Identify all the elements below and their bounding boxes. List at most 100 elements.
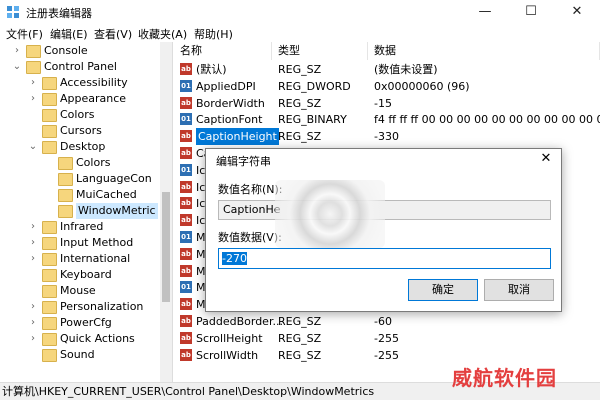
tree-scrollbar[interactable] <box>160 42 172 382</box>
value-row[interactable]: ab ScrollHeight REG_SZ -255 <box>174 330 600 347</box>
tree-item[interactable]: › Console <box>0 43 160 59</box>
tree-item[interactable]: Keyboard <box>0 267 160 283</box>
binary-value-icon: 01 <box>180 163 192 176</box>
folder-icon <box>42 237 57 250</box>
value-name: ScrollHeight <box>196 331 263 345</box>
tree-item-label: PowerCfg <box>60 316 112 329</box>
folder-icon <box>42 253 57 266</box>
tree-expander-icon[interactable]: ⌄ <box>12 59 22 75</box>
folder-icon <box>42 301 57 314</box>
minimize-button[interactable]: — <box>462 0 508 24</box>
tree-item[interactable]: WindowMetric <box>0 203 160 219</box>
blurred-overlay <box>275 180 385 248</box>
tree-expander-icon[interactable]: › <box>12 43 22 59</box>
string-value-icon: ab <box>180 264 192 277</box>
tree-item[interactable]: Cursors <box>0 123 160 139</box>
tree-item[interactable]: › Accessibility <box>0 75 160 91</box>
tree-item-label: Input Method <box>60 236 134 249</box>
tree-item[interactable]: › International <box>0 251 160 267</box>
tree-item[interactable]: Sound <box>0 347 160 363</box>
value-name: AppliedDPI <box>196 79 256 93</box>
column-header-type[interactable]: 类型 <box>272 42 368 60</box>
menu-file[interactable]: 文件(F) <box>6 26 43 42</box>
registry-tree[interactable]: › Console ⌄ Control Panel › Accessibility › App… <box>0 42 173 382</box>
value-type: REG_BINARY <box>278 113 347 127</box>
ok-button[interactable]: 确定 <box>408 279 478 301</box>
tree-scrollbar-thumb[interactable] <box>162 192 170 302</box>
folder-icon <box>58 205 73 218</box>
tree-item[interactable]: MuiCached <box>0 187 160 203</box>
tree-expander-icon[interactable] <box>28 123 38 139</box>
tree-expander-icon[interactable]: › <box>28 235 38 251</box>
folder-icon <box>42 269 57 282</box>
string-value-icon: ab <box>180 348 192 361</box>
column-header-name[interactable]: 名称 <box>174 42 272 60</box>
tree-expander-icon[interactable]: › <box>28 75 38 91</box>
value-type: REG_SZ <box>278 63 322 76</box>
string-value-icon: ab <box>180 331 192 344</box>
value-row[interactable]: ab BorderWidth REG_SZ -15 <box>174 95 600 112</box>
value-row[interactable]: ab CaptionHeight REG_SZ -330 <box>174 128 600 146</box>
tree-item[interactable]: › Personalization <box>0 299 160 315</box>
tree-expander-icon[interactable]: › <box>28 331 38 347</box>
value-row[interactable]: 01 CaptionFont REG_BINARY f4 ff ff ff 00 00… <box>174 111 600 128</box>
tree-expander-icon[interactable]: ⌄ <box>28 139 38 155</box>
tree-expander-icon[interactable]: › <box>28 219 38 235</box>
value-row[interactable]: ab PaddedBorder... REG_SZ -60 <box>174 313 600 330</box>
tree-item[interactable]: › PowerCfg <box>0 315 160 331</box>
tree-item-label: Colors <box>60 108 95 121</box>
tree-expander-icon[interactable]: › <box>28 91 38 107</box>
tree-item[interactable]: › Quick Actions <box>0 331 160 347</box>
tree-item[interactable]: › Infrared <box>0 219 160 235</box>
tree-item-label: Infrared <box>60 220 104 233</box>
tree-item[interactable]: ⌄ Control Panel <box>0 59 160 75</box>
tree-expander-icon[interactable] <box>28 107 38 123</box>
tree-item[interactable]: Colors <box>0 107 160 123</box>
tree-expander-icon[interactable]: › <box>28 315 38 331</box>
dialog-close-button[interactable]: ✕ <box>535 149 557 169</box>
tree-item[interactable]: LanguageCon <box>0 171 160 187</box>
binary-value-icon: 01 <box>180 281 192 294</box>
close-button[interactable]: ✕ <box>554 0 600 24</box>
tree-expander-icon[interactable] <box>44 203 54 219</box>
menu-help[interactable]: 帮助(H) <box>194 26 233 42</box>
value-type: REG_SZ <box>278 315 322 328</box>
value-type: REG_SZ <box>278 96 322 110</box>
cancel-button[interactable]: 取消 <box>484 279 554 301</box>
title-bar: 注册表编辑器 — ☐ ✕ <box>0 0 600 24</box>
maximize-button[interactable]: ☐ <box>508 0 554 24</box>
tree-item[interactable]: › Appearance <box>0 91 160 107</box>
folder-icon <box>58 157 73 170</box>
folder-icon <box>58 173 73 186</box>
string-value-icon: ab <box>180 130 192 143</box>
tree-expander-icon[interactable] <box>44 155 54 171</box>
column-header-data[interactable]: 数据 <box>368 42 600 60</box>
tree-expander-icon[interactable]: › <box>28 251 38 267</box>
folder-icon <box>42 141 57 154</box>
tree-item[interactable]: Colors <box>0 155 160 171</box>
value-data-input[interactable]: -270 <box>218 248 551 269</box>
tree-item[interactable]: Mouse <box>0 283 160 299</box>
tree-item-label: Control Panel <box>44 60 117 73</box>
binary-value-icon: 01 <box>180 113 192 126</box>
value-type: REG_SZ <box>278 130 322 144</box>
menu-edit[interactable]: 编辑(E) <box>50 26 88 42</box>
tree-expander-icon[interactable] <box>44 187 54 203</box>
folder-icon <box>42 333 57 346</box>
menu-view[interactable]: 查看(V) <box>94 26 132 42</box>
menu-favorites[interactable]: 收藏夹(A) <box>138 26 187 42</box>
folder-icon <box>42 93 57 106</box>
tree-item-label: Personalization <box>60 300 144 313</box>
value-row[interactable]: 01 AppliedDPI REG_DWORD 0x00000060 (96) <box>174 78 600 95</box>
value-row[interactable]: ab (默认) REG_SZ (数值未设置) <box>174 61 600 78</box>
tree-expander-icon[interactable] <box>28 347 38 363</box>
folder-icon <box>42 109 57 122</box>
tree-item[interactable]: › Input Method <box>0 235 160 251</box>
tree-expander-icon[interactable] <box>44 171 54 187</box>
string-value-icon: ab <box>180 298 192 311</box>
string-value-icon: ab <box>180 96 192 109</box>
tree-expander-icon[interactable] <box>28 283 38 299</box>
tree-item[interactable]: ⌄ Desktop <box>0 139 160 155</box>
tree-expander-icon[interactable] <box>28 267 38 283</box>
tree-expander-icon[interactable]: › <box>28 299 38 315</box>
